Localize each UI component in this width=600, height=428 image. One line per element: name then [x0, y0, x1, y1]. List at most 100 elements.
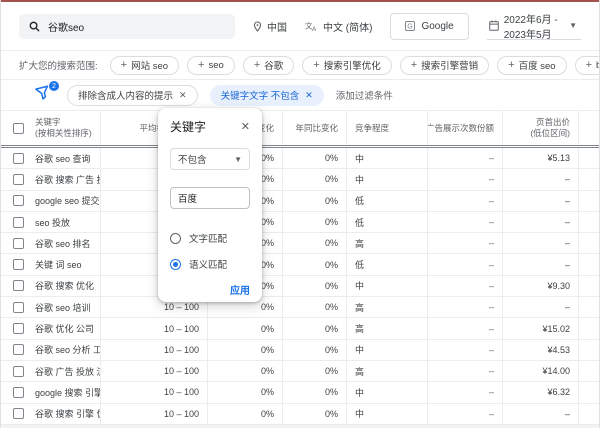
chevron-down-icon: ▼ — [569, 21, 577, 30]
expand-keyword-chip[interactable]: + 搜索引擎优化 — [302, 55, 392, 75]
select-all-checkbox[interactable] — [12, 122, 24, 134]
row-checkbox[interactable] — [12, 408, 24, 420]
keyword-cell[interactable]: google 搜索 引擎 优.. — [35, 382, 101, 403]
keyword-cell[interactable]: 谷歌 seo 排名 — [35, 233, 101, 254]
close-icon[interactable]: ✕ — [179, 90, 187, 101]
bid-low-cell: – — [503, 297, 579, 318]
condition-select[interactable]: 不包含 ▼ — [170, 148, 250, 170]
header-checkbox-cell — [1, 111, 35, 145]
header-yoy[interactable]: 年同比变化 — [283, 111, 347, 145]
ad-share-cell: – — [428, 318, 503, 339]
yoy-cell: 0% — [283, 318, 347, 339]
toolbar: 中国 文A 中文 (简体) G Google 2022年6月 - 2023年5月… — [1, 2, 599, 50]
table-row: 谷歌 搜索 优化 0% 0% 中 – ¥9.30 — [1, 275, 599, 298]
three-month-cell: 0% — [208, 360, 283, 382]
row-checkbox[interactable] — [12, 173, 24, 185]
filter-funnel-button[interactable]: 2 — [35, 81, 59, 105]
avg-monthly-cell: 10 – 100 — [101, 382, 208, 403]
expand-keyword-chip-label: bing seo — [596, 60, 599, 71]
header-bid-low[interactable]: 页首出价 (低位区间) — [503, 111, 579, 145]
row-checkbox[interactable] — [12, 195, 24, 207]
row-checkbox[interactable] — [12, 365, 24, 377]
header-competition[interactable]: 竞争程度 — [347, 111, 428, 145]
date-range-selector[interactable]: 2022年6月 - 2023年5月 ▼ — [486, 13, 581, 41]
yoy-cell: 0% — [283, 360, 347, 382]
filter-value-input[interactable] — [178, 192, 242, 204]
bid-low-cell: – — [503, 233, 579, 254]
row-checkbox[interactable] — [12, 344, 24, 356]
bid-low-cell: – — [503, 169, 579, 190]
keyword-planner-screen: 中国 文A 中文 (简体) G Google 2022年6月 - 2023年5月… — [0, 0, 600, 428]
keyword-cell[interactable]: 谷歌 搜索 引擎 优化.. — [35, 403, 101, 424]
keyword-cell[interactable]: 谷歌 搜索 优化 — [35, 275, 101, 297]
row-checkbox[interactable] — [12, 259, 24, 271]
keyword-cell[interactable]: 谷歌 seo 培训 — [35, 297, 101, 318]
radio-semantic-match-label: 语义匹配 — [189, 260, 228, 271]
expand-keyword-chip[interactable]: + 谷歌 — [242, 55, 295, 75]
filter-row: 2 排除含成人内容的提示 ✕ 关键字文字 不包含 ✕ 添加过滤条件 — [1, 80, 599, 110]
popup-close-icon[interactable]: ✕ — [241, 120, 250, 133]
header-ad-share[interactable]: 广告展示次数份额 — [428, 111, 503, 145]
competition-cell: 低 — [347, 254, 428, 275]
row-checkbox[interactable] — [12, 386, 24, 398]
extra-cell — [579, 191, 599, 211]
row-checkbox[interactable] — [12, 280, 24, 292]
yoy-cell: 0% — [283, 211, 347, 233]
competition-cell: 中 — [347, 275, 428, 297]
language-selector[interactable]: 文A 中文 (简体) — [305, 19, 372, 34]
header-extra — [579, 111, 599, 145]
filter-chip-exclude-adult[interactable]: 排除含成人内容的提示 ✕ — [67, 84, 198, 106]
extra-cell — [579, 254, 599, 274]
extra-cell — [579, 297, 599, 317]
filter-value-field[interactable] — [170, 187, 250, 209]
expand-keyword-chip[interactable]: + 搜索引擎营销 — [399, 55, 490, 75]
expand-keyword-chip-label: 搜索引擎营销 — [421, 61, 479, 72]
row-checkbox[interactable] — [12, 152, 24, 164]
header-keyword[interactable]: 关键字 (按相关性排序) — [35, 111, 101, 145]
radio-unselected-icon[interactable] — [170, 232, 181, 244]
radio-selected-icon[interactable] — [170, 258, 181, 270]
close-icon[interactable]: ✕ — [305, 90, 313, 101]
apply-button[interactable]: 应用 — [230, 282, 250, 297]
avg-monthly-cell: 10 – 100 — [101, 339, 208, 360]
keyword-cell[interactable]: 谷歌 优化 公司 — [35, 318, 101, 339]
expand-keyword-chip[interactable]: + seo — [187, 55, 235, 75]
network-selector[interactable]: G Google — [390, 12, 469, 40]
competition-cell: 高 — [347, 233, 428, 254]
expand-keyword-chip[interactable]: + 网站 seo — [109, 55, 180, 75]
filter-chip-keyword-text[interactable]: 关键字文字 不包含 ✕ — [209, 84, 324, 106]
keyword-cell[interactable]: 谷歌 seo 分析 工具 — [35, 339, 101, 360]
expand-keyword-chip[interactable]: + bing seo — [574, 55, 599, 75]
yoy-cell: 0% — [283, 297, 347, 318]
radio-semantic-match[interactable]: 语义匹配 — [170, 257, 250, 271]
row-checkbox[interactable] — [12, 301, 24, 313]
radio-text-match[interactable]: 文字匹配 — [170, 231, 250, 245]
competition-cell: 高 — [347, 318, 428, 339]
row-checkbox[interactable] — [12, 237, 24, 249]
row-checkbox-cell — [1, 212, 35, 232]
row-checkbox[interactable] — [12, 216, 24, 228]
keyword-cell[interactable]: 谷歌 搜索 广告 投放.. — [35, 169, 101, 190]
row-checkbox-cell — [1, 233, 35, 253]
ad-share-cell: – — [428, 148, 503, 169]
ad-share-cell: – — [428, 382, 503, 403]
location-label: 中国 — [267, 22, 287, 34]
extra-cell — [579, 318, 599, 338]
keyword-cell[interactable]: seo 投放 — [35, 211, 101, 233]
location-selector[interactable]: 中国 — [253, 19, 287, 34]
keyword-cell[interactable]: google seo 提交 — [35, 190, 101, 211]
plus-icon: + — [508, 59, 515, 71]
avg-monthly-cell: 10 – 100 — [101, 403, 208, 424]
keyword-cell[interactable]: 谷歌 广告 投放 流程 — [35, 360, 101, 382]
add-filter-link[interactable]: 添加过滤条件 — [336, 88, 393, 102]
network-label: Google — [421, 20, 454, 32]
bid-low-cell: ¥5.13 — [503, 148, 579, 169]
search-input[interactable] — [48, 20, 208, 32]
table-row: google seo 提交 0% 0% 低 – – — [1, 190, 599, 212]
row-checkbox[interactable] — [12, 323, 24, 335]
keyword-cell[interactable]: 谷歌 seo 查询 — [35, 148, 101, 169]
keyword-search-box[interactable] — [19, 13, 235, 39]
keyword-cell[interactable]: 关键 词 seo — [35, 254, 101, 275]
avg-monthly-cell: 10 – 100 — [101, 318, 208, 339]
expand-keyword-chip[interactable]: + 百度 seo — [497, 55, 567, 75]
